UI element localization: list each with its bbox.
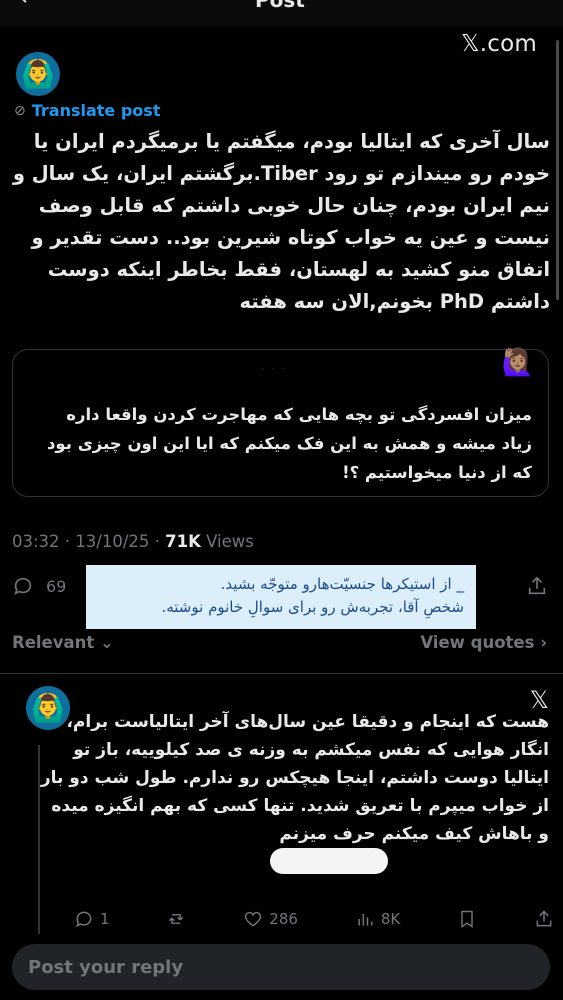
post-time: 03:32 · 13/10/25 · xyxy=(12,532,166,551)
quoted-post-text: میزان افسردگی تو بچه هایی که مهاجرت کردن… xyxy=(46,405,532,482)
bookmark-icon xyxy=(461,910,473,928)
overlay-note-line1: _ از استیکرها جنسیّت‌هارو متوجّه بشید. xyxy=(220,575,464,593)
overlay-note: _ از استیکرها جنسیّت‌هارو متوجّه بشید. ش… xyxy=(86,565,476,629)
page-title: Post xyxy=(255,0,305,12)
x-com-label: 𝕏.com xyxy=(461,31,537,57)
view-quotes-link[interactable]: View quotes › xyxy=(420,633,547,652)
redacted-name xyxy=(270,848,388,874)
views-icon xyxy=(358,914,373,926)
share-icon xyxy=(536,910,552,927)
divider xyxy=(0,673,563,674)
avatar-quote: 🙋🏽‍♀️ xyxy=(501,348,534,378)
reply-comment-button[interactable]: 1 xyxy=(74,909,110,929)
overlay-note-line2: شخصِ آقا، تجربه‌ش رو برای سوالِ خانوم نو… xyxy=(161,598,464,616)
reply-count: 69 xyxy=(46,576,67,596)
views-count: 71K xyxy=(165,532,201,551)
heart-icon xyxy=(245,911,262,927)
reply-replies-count: 1 xyxy=(100,910,110,928)
reply-text: هست که اینجام و دقیقا عین سال‌های آخر ای… xyxy=(40,712,549,844)
like-count: 286 xyxy=(269,910,298,928)
post-metadata: 03:32 · 13/10/25 · 71K Views xyxy=(12,532,254,551)
views-label: Views xyxy=(200,532,254,551)
chevron-down-icon: ⌄ xyxy=(100,633,114,652)
reply-actions: 1 286 8K xyxy=(74,909,554,929)
view-quotes-label: View quotes xyxy=(420,633,535,652)
scrollbar[interactable] xyxy=(556,40,559,300)
relevant-label: Relevant xyxy=(12,633,95,652)
quoted-post-card[interactable]: · · · 🙋🏽‍♀️ میزان افسردگی تو بچه هایی که… xyxy=(12,348,549,497)
reply-count-button[interactable]: 69 xyxy=(12,575,66,597)
bookmark-button[interactable] xyxy=(457,909,477,929)
post-text: سال آخری که ایتالیا بودم، میگفتم یا برمی… xyxy=(12,130,550,313)
repost-button[interactable] xyxy=(166,909,186,929)
views-button[interactable]: 8K xyxy=(355,909,400,929)
reply-input[interactable] xyxy=(12,944,550,990)
relevant-dropdown[interactable]: Relevant ⌄ xyxy=(12,633,114,652)
translate-post-button[interactable]: ⊘ Translate post xyxy=(14,101,160,120)
translate-icon: ⊘ xyxy=(14,102,26,119)
reply-views-count: 8K xyxy=(380,910,401,928)
share-icon[interactable] xyxy=(526,575,548,602)
avatar[interactable]: 🙆‍♂️ xyxy=(16,52,60,96)
quote-header: · · · xyxy=(261,364,287,375)
comment-icon xyxy=(76,911,92,928)
chevron-right-icon: › xyxy=(540,633,547,652)
repost-icon xyxy=(169,914,184,924)
arrow-left-icon[interactable]: ← xyxy=(20,0,38,11)
reply-share-button[interactable] xyxy=(534,909,554,929)
translate-label: Translate post xyxy=(31,101,161,120)
comment-icon xyxy=(14,577,32,595)
like-button[interactable]: 286 xyxy=(243,909,298,929)
